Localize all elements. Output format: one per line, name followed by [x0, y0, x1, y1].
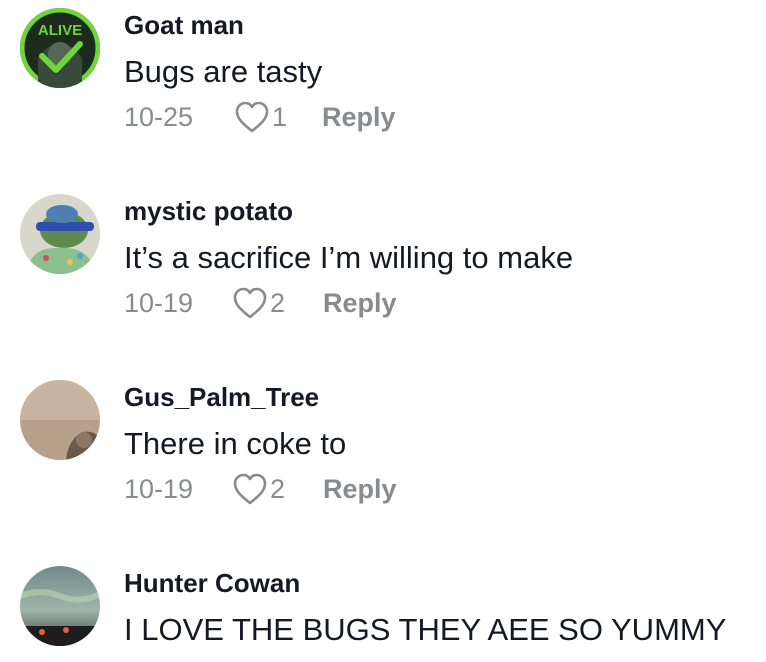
heart-outline-icon — [235, 101, 269, 133]
comment-text: There in coke to — [124, 426, 347, 461]
like-count: 2 — [270, 473, 286, 504]
comment-date: 10-25 — [124, 102, 194, 132]
avatar-image: ALIVE — [20, 8, 100, 88]
heart-outline-icon — [233, 287, 267, 319]
comment-username[interactable]: mystic potato — [124, 196, 293, 227]
comment-date: 10-19 — [124, 288, 194, 318]
comment-item: mystic potato It’s a sacrifice I’m willi… — [0, 186, 766, 372]
heart-outline-icon — [233, 473, 267, 505]
avatar[interactable] — [20, 194, 100, 274]
avatar[interactable] — [20, 380, 100, 460]
comment-item: ALIVE Goat man Bugs are tasty 10-25 1 Re… — [0, 0, 766, 186]
avatar[interactable] — [20, 566, 100, 646]
comment-date: 10-19 — [124, 474, 194, 504]
comment-username[interactable]: Hunter Cowan — [124, 568, 300, 599]
alive-badge-text: ALIVE — [38, 22, 82, 39]
avatar-image — [20, 566, 100, 646]
like-button[interactable]: 2 — [232, 286, 285, 320]
comment-text: Bugs are tasty — [124, 54, 323, 89]
reply-button[interactable]: Reply — [323, 288, 397, 319]
like-button[interactable]: 1 — [234, 100, 287, 134]
like-button[interactable]: 2 — [232, 472, 285, 506]
avatar-image — [20, 194, 100, 274]
avatar[interactable]: ALIVE — [20, 8, 100, 88]
comment-item: Hunter Cowan I LOVE THE BUGS THEY AEE SO… — [0, 558, 766, 662]
comment-text: I LOVE THE BUGS THEY AEE SO YUMMY — [124, 612, 727, 647]
comment-item: Gus_Palm_Tree There in coke to 10-19 2 R… — [0, 372, 766, 558]
reply-button[interactable]: Reply — [322, 102, 396, 133]
comment-text: It’s a sacrifice I’m willing to make — [124, 240, 574, 275]
reply-button[interactable]: Reply — [323, 474, 397, 505]
comment-username[interactable]: Gus_Palm_Tree — [124, 382, 319, 413]
like-count: 1 — [272, 101, 288, 132]
avatar-image — [20, 380, 100, 460]
like-count: 2 — [270, 287, 286, 318]
comment-username[interactable]: Goat man — [124, 10, 244, 41]
